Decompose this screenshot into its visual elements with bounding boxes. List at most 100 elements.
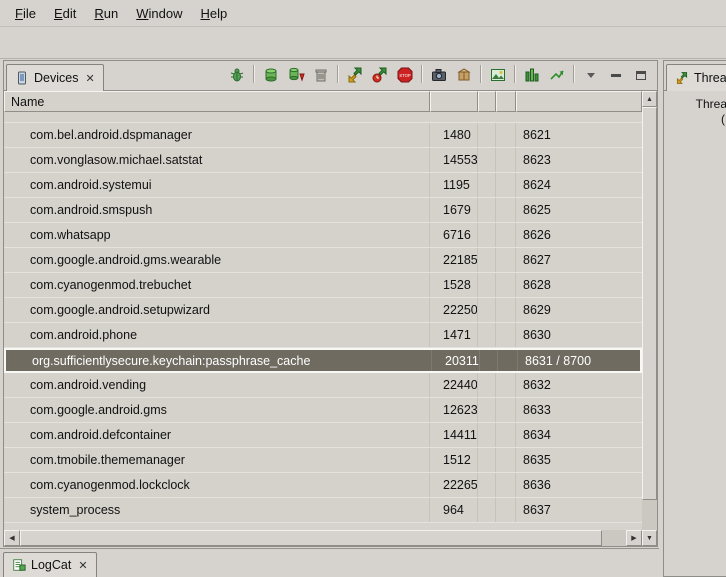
process-port: 8626 [516, 223, 642, 247]
threads-icon [675, 71, 689, 85]
screen-capture-icon[interactable] [428, 65, 450, 85]
process-port: 8624 [516, 173, 642, 197]
column-header-2[interactable] [496, 91, 516, 112]
column-header-pid[interactable] [430, 91, 478, 112]
capture-image-icon[interactable] [487, 65, 509, 85]
maximize-icon[interactable] [630, 65, 652, 85]
dump-view-hierarchy-icon[interactable] [453, 65, 475, 85]
process-name: com.android.defcontainer [4, 423, 430, 447]
table-row[interactable]: com.android.vending224408632 [4, 373, 642, 398]
scroll-up-icon[interactable]: ▲ [642, 91, 657, 107]
menu-file[interactable]: File [6, 3, 45, 24]
empty-cell [496, 248, 516, 272]
dump-hprof-icon[interactable] [285, 65, 307, 85]
threads-message-line: ( [666, 112, 726, 127]
empty-cell [496, 473, 516, 497]
process-name: com.bel.android.dspmanager [4, 123, 430, 147]
process-pid: 14553 [430, 148, 478, 172]
table-row[interactable]: com.bel.android.dspmanager1480 8621 [4, 123, 642, 148]
vertical-scrollbar[interactable]: ▲ ▼ [642, 91, 657, 546]
tab-devices[interactable]: Devices ✕ [6, 64, 104, 91]
menu-window[interactable]: Window [127, 3, 191, 24]
empty-cell [498, 350, 518, 371]
process-port: 8627 [516, 248, 642, 272]
horizontal-scrollbar[interactable]: ◀ ▶ [4, 530, 642, 546]
process-name: org.sufficientlysecure.keychain:passphra… [6, 350, 432, 371]
menu-edit[interactable]: Edit [45, 3, 85, 24]
vertical-scroll-track[interactable] [642, 107, 657, 530]
close-icon[interactable]: ✕ [85, 72, 94, 85]
refresh-arrows-icon[interactable] [546, 65, 568, 85]
table-row[interactable]: org.sufficientlysecure.keychain:passphra… [4, 348, 642, 373]
view-menu-icon[interactable] [580, 65, 602, 85]
process-pid: 1512 [430, 448, 478, 472]
table-row[interactable]: com.whatsapp67168626 [4, 223, 642, 248]
tab-logcat[interactable]: LogCat ✕ [3, 552, 97, 577]
scroll-right-icon[interactable]: ▶ [626, 530, 642, 546]
menu-help[interactable]: Help [191, 3, 236, 24]
stop-process-icon[interactable]: STOP [394, 65, 416, 85]
process-port: 8625 [516, 198, 642, 222]
hierarchy-view-icon[interactable] [521, 65, 543, 85]
table-row[interactable]: com.tmobile.thememanager15128635 [4, 448, 642, 473]
toolbar-separator [253, 65, 255, 83]
empty-cell [478, 123, 496, 147]
table-row[interactable]: system_process9648637 [4, 498, 642, 523]
process-pid: 22265 [430, 473, 478, 497]
table-row[interactable]: com.google.android.gms126238633 [4, 398, 642, 423]
empty-cell [496, 448, 516, 472]
close-icon[interactable]: ✕ [78, 559, 87, 572]
table-row[interactable]: com.android.smspush16798625 [4, 198, 642, 223]
process-port: 8623 [516, 148, 642, 172]
empty-cell [478, 173, 496, 197]
empty-cell [478, 498, 496, 522]
cause-gc-icon[interactable] [310, 65, 332, 85]
process-port: 8628 [516, 273, 642, 297]
empty-cell [496, 173, 516, 197]
table-row[interactable]: com.cyanogenmod.lockclock222658636 [4, 473, 642, 498]
table-row[interactable]: com.android.phone14718630 [4, 323, 642, 348]
column-header-name[interactable]: Name [4, 91, 430, 112]
table-row[interactable]: com.google.android.setupwizard222508629 [4, 298, 642, 323]
process-port: 8636 [516, 473, 642, 497]
threads-panel: Threads Thread up ( [663, 60, 726, 577]
empty-cell [478, 398, 496, 422]
logcat-bar: LogCat ✕ [0, 548, 659, 577]
update-heap-icon[interactable] [260, 65, 282, 85]
empty-cell [496, 273, 516, 297]
process-port: 8631 / 8700 [518, 350, 640, 371]
menu-bar: File Edit Run Window Help [0, 0, 726, 27]
empty-cell [478, 148, 496, 172]
empty-cell [478, 198, 496, 222]
empty-cell [496, 498, 516, 522]
process-name: com.android.phone [4, 323, 430, 347]
horizontal-scroll-track[interactable] [20, 530, 626, 546]
process-name: com.android.smspush [4, 198, 430, 222]
device-table: Name com.bel.android.dspmanager14808621c… [4, 91, 657, 546]
method-profiling-icon[interactable] [369, 65, 391, 85]
process-pid: 1195 [430, 173, 478, 197]
scroll-left-icon[interactable]: ◀ [4, 530, 20, 546]
update-threads-icon[interactable] [344, 65, 366, 85]
threads-message-line: Thread up [666, 97, 726, 112]
process-pid: 1480 [430, 123, 478, 147]
table-row[interactable]: com.android.defcontainer144118634 [4, 423, 642, 448]
device-icon [15, 71, 29, 85]
empty-cell [478, 223, 496, 247]
scroll-down-icon[interactable]: ▼ [642, 530, 657, 546]
process-port: 8634 [516, 423, 642, 447]
vertical-scroll-thumb[interactable] [642, 107, 657, 500]
process-pid: 22440 [430, 373, 478, 397]
process-port: 8621 [516, 123, 642, 147]
column-header-1[interactable] [478, 91, 496, 112]
table-row[interactable]: com.cyanogenmod.trebuchet15288628 [4, 273, 642, 298]
column-header-port[interactable] [516, 91, 642, 112]
debug-icon[interactable] [226, 65, 248, 85]
tab-threads[interactable]: Threads [666, 64, 726, 91]
minimize-icon[interactable] [605, 65, 627, 85]
menu-run[interactable]: Run [85, 3, 127, 24]
table-row[interactable]: com.google.android.gms.wearable221858627 [4, 248, 642, 273]
table-row[interactable]: com.vonglasow.michael.satstat145538623 [4, 148, 642, 173]
table-row[interactable]: com.android.systemui11958624 [4, 173, 642, 198]
horizontal-scroll-thumb[interactable] [20, 530, 602, 546]
